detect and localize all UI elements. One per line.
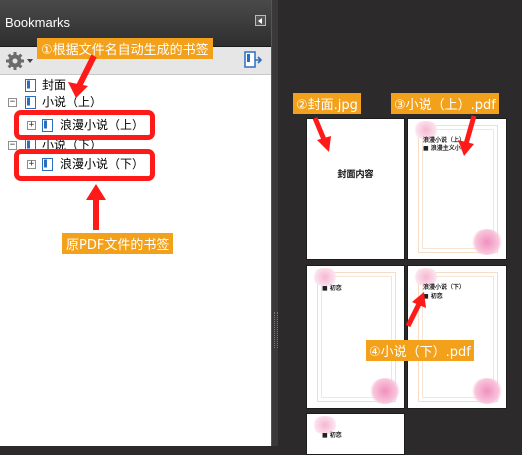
splitter-grip-icon[interactable] [274,312,278,348]
chevron-down-icon[interactable] [27,59,33,63]
expand-bookmark-icon[interactable] [243,51,263,69]
bookmark-icon [25,79,36,92]
annotation-original-pdf: 原PDF文件的书签 [62,233,174,254]
collapse-toggle[interactable]: − [8,141,17,150]
arrow-up-right-icon [405,292,426,328]
arrow-up-icon [86,184,106,230]
annotation-novel-upper-pdf: ③小说（上）.pdf [391,93,499,114]
arrow-down-right-icon [312,117,331,152]
annotation-novel-lower-pdf: ④小说（下）.pdf [366,340,474,361]
thumb-subtitle: ■ 初恋 [322,285,342,292]
bookmarks-panel: Bookmarks 封面 − 小说（上） + 浪漫小说（上） − 小说（下） +… [0,0,272,446]
collapse-toggle[interactable]: − [8,98,17,107]
flower-icon [470,229,504,255]
thumbnail-page-3[interactable]: ■ 初恋 [306,265,405,409]
annotation-cover-jpg: ②封面.jpg [293,93,361,114]
flower-icon [368,378,402,404]
collapse-panel-button[interactable] [255,15,266,26]
bookmark-icon [25,96,36,109]
panel-splitter[interactable] [272,0,278,446]
flower-icon [470,378,504,404]
panel-title: Bookmarks [5,15,71,30]
cover-text: 封面内容 [337,170,374,180]
gear-icon[interactable] [5,51,25,71]
bookmark-item-cover[interactable]: 封面 [0,77,271,95]
thumbnail-page-5[interactable]: ■ 初恋 [306,413,405,455]
highlight-frame-lower [14,149,155,181]
highlight-frame-upper [14,110,155,140]
arrow-down-left-icon [68,54,97,98]
thumb-subtitle: ■ 初恋 [322,432,342,439]
bookmark-label: 封面 [42,78,67,92]
thumbnail-page-4[interactable]: 浪漫小说（下） ■ 初恋 [407,265,507,409]
arrow-down-left-icon [458,115,477,156]
